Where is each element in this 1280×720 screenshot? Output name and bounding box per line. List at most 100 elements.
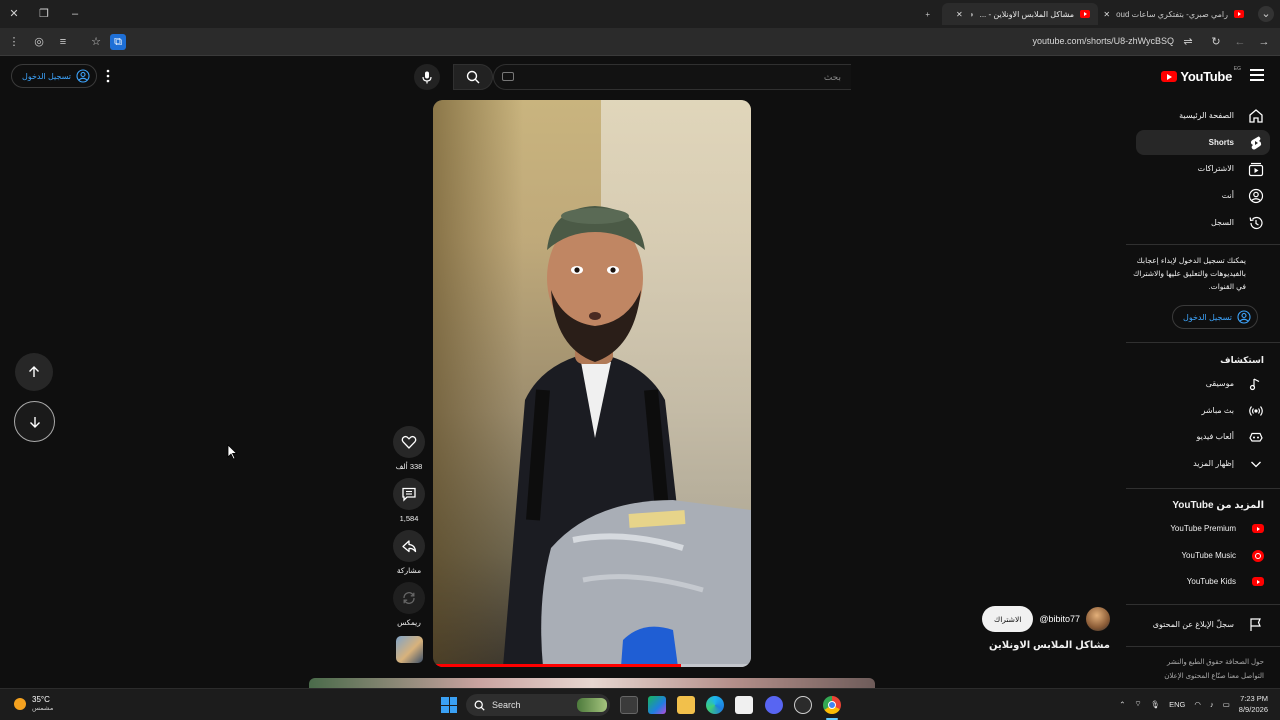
fav-youtube-icon bbox=[1234, 10, 1244, 18]
tab-search-chevron-icon[interactable]: ⌄ bbox=[1258, 6, 1274, 22]
comment-button[interactable]: 1,584 bbox=[393, 478, 425, 523]
tab-close-icon[interactable]: ✕ bbox=[956, 10, 963, 19]
gaming-icon bbox=[1249, 432, 1263, 442]
channel-handle[interactable]: @bibito77 bbox=[1039, 614, 1080, 624]
tab-close-icon[interactable]: ✕ bbox=[1103, 10, 1110, 19]
close-window-icon[interactable]: ✕ bbox=[6, 6, 22, 22]
sign-in-button[interactable]: تسجيل الدخول bbox=[11, 64, 97, 88]
chrome-browser-icon[interactable] bbox=[823, 696, 841, 714]
sidebar-sign-in-button[interactable]: تسجيل الدخول bbox=[1172, 305, 1258, 329]
sidebar-item-label: Shorts bbox=[1208, 138, 1234, 147]
share-icon bbox=[402, 540, 417, 553]
sidebar-item-home[interactable]: الصفحة الرئيسية bbox=[1136, 103, 1270, 128]
sidebar-divider bbox=[1126, 488, 1280, 489]
sidebar-item-show-more[interactable]: إظهار المزيد bbox=[1136, 451, 1270, 476]
wifi-icon[interactable]: ◠ bbox=[1194, 700, 1201, 709]
task-view-icon[interactable] bbox=[620, 696, 638, 714]
shorts-video-player[interactable] bbox=[433, 100, 751, 667]
channel-avatar[interactable] bbox=[1086, 607, 1110, 631]
audio-thumbnail[interactable] bbox=[396, 636, 423, 663]
sidebar-item-shorts[interactable]: Shorts bbox=[1136, 130, 1270, 155]
site-settings-icon[interactable]: ⇌ bbox=[1180, 34, 1196, 50]
keyboard-icon[interactable] bbox=[502, 72, 514, 81]
subscribe-label: الاشتراك bbox=[994, 614, 1022, 624]
voice-search-button[interactable] bbox=[414, 64, 440, 90]
next-short-preview[interactable] bbox=[309, 678, 875, 688]
sidebar-item-live[interactable]: بث مباشر bbox=[1136, 398, 1270, 423]
subscriptions-icon bbox=[1248, 162, 1264, 176]
tab-music[interactable]: رامي صبري- بتفتكري ساعات oud ✕ bbox=[1100, 3, 1252, 25]
sign-in-message: يمكنك تسجيل الدخول لإبداء إعجابك بالفيدي… bbox=[1133, 256, 1246, 291]
settings-dots-icon[interactable] bbox=[106, 69, 110, 83]
forward-arrow-icon[interactable]: → bbox=[1256, 34, 1272, 50]
url-field[interactable]: youtube.com/shorts/U8-zhWycBSQ bbox=[1033, 36, 1174, 46]
share-button[interactable]: مشاركة bbox=[393, 530, 425, 575]
remix-button[interactable]: ريمكس bbox=[393, 582, 425, 627]
history-icon bbox=[1249, 216, 1263, 229]
menu-dots-icon[interactable]: ⋮ bbox=[6, 34, 22, 50]
remix-button-circle[interactable] bbox=[393, 582, 425, 614]
search-icon bbox=[466, 70, 480, 84]
settings-gear-icon[interactable] bbox=[794, 696, 812, 714]
sidebar-item-you[interactable]: أنت bbox=[1136, 183, 1270, 208]
sidebar-item-label: YouTube Music bbox=[1181, 551, 1236, 560]
sidebar-item-youtube-premium[interactable]: YouTube Premium bbox=[1136, 516, 1270, 541]
search-input[interactable]: بحث bbox=[493, 64, 851, 90]
footer-links[interactable]: حول الصحافة حقوق الطبع والنشر التواصل مع… bbox=[1144, 656, 1264, 684]
weather-widget[interactable]: 35°C مشمس bbox=[14, 695, 53, 712]
like-button[interactable]: 338 ألف bbox=[393, 426, 425, 471]
battery-icon[interactable]: ▭ bbox=[1223, 700, 1230, 709]
search-button[interactable] bbox=[453, 64, 493, 90]
install-app-icon[interactable]: ⧉ bbox=[110, 34, 126, 50]
language-indicator[interactable]: ENG bbox=[1169, 700, 1185, 709]
heart-icon bbox=[401, 435, 417, 449]
taskbar-search[interactable]: Search bbox=[466, 694, 610, 716]
volume-icon[interactable]: ♪ bbox=[1210, 700, 1214, 709]
sidebar-item-music[interactable]: موسيقى bbox=[1136, 371, 1270, 396]
tab-active-short[interactable]: مشاكل الملابس الاونلاين - ... ◑ ✕ bbox=[942, 3, 1098, 25]
new-tab-button[interactable]: + bbox=[918, 3, 938, 25]
sidebar-item-youtube-music[interactable]: YouTube Music bbox=[1136, 543, 1270, 568]
microphone-icon[interactable]: 🎙︎ bbox=[1151, 700, 1161, 709]
discord-icon[interactable] bbox=[765, 696, 783, 714]
sidebar-item-subscriptions[interactable]: الاشتراكات bbox=[1136, 156, 1270, 181]
reload-icon[interactable]: ↻ bbox=[1208, 34, 1224, 50]
profile-icon[interactable]: ◎ bbox=[31, 34, 47, 50]
bookmark-star-icon[interactable]: ☆ bbox=[88, 34, 104, 50]
tab-settings-icon[interactable]: ≡ bbox=[55, 34, 71, 50]
sidebar-item-report-history[interactable]: سجلّ الإبلاغ عن المحتوى bbox=[1136, 612, 1270, 637]
sidebar-item-label: بث مباشر bbox=[1201, 406, 1234, 415]
minimize-window-icon[interactable]: – bbox=[67, 6, 83, 22]
arrow-down-icon bbox=[29, 416, 40, 428]
subscribe-button[interactable]: الاشتراك bbox=[982, 606, 1034, 632]
next-short-button[interactable] bbox=[14, 401, 55, 442]
share-button-circle[interactable] bbox=[393, 530, 425, 562]
microsoft-store-icon[interactable] bbox=[735, 696, 753, 714]
video-progress-bar[interactable] bbox=[433, 664, 682, 667]
sidebar-item-label: موسيقى bbox=[1205, 379, 1234, 388]
restore-window-icon[interactable]: ❐ bbox=[36, 6, 52, 22]
like-button-circle[interactable] bbox=[393, 426, 425, 458]
previous-short-button[interactable] bbox=[15, 353, 53, 391]
network-icon[interactable]: ⌔ bbox=[1135, 699, 1142, 709]
edge-browser-icon[interactable] bbox=[706, 696, 724, 714]
comment-button-circle[interactable] bbox=[393, 478, 425, 510]
back-arrow-icon[interactable]: ← bbox=[1232, 34, 1248, 50]
sidebar-item-label: إظهار المزيد bbox=[1193, 459, 1234, 468]
chevron-up-icon[interactable]: ⌃ bbox=[1119, 700, 1125, 709]
clock[interactable]: 7:23 PM 8/9/2026 bbox=[1239, 693, 1268, 715]
channel-row: الاشتراك @bibito77 bbox=[982, 606, 1110, 632]
sidebar-item-label: الصفحة الرئيسية bbox=[1179, 111, 1234, 120]
home-icon bbox=[1249, 108, 1263, 123]
more-title-brand: YouTube bbox=[1172, 500, 1214, 511]
file-explorer-icon[interactable] bbox=[677, 696, 695, 714]
windows-start-icon[interactable] bbox=[440, 696, 458, 714]
sidebar-item-gaming[interactable]: ألعاب فيديو bbox=[1136, 424, 1270, 449]
sidebar-item-history[interactable]: السجل bbox=[1136, 210, 1270, 235]
you-icon bbox=[1248, 188, 1264, 203]
copilot-icon[interactable] bbox=[648, 696, 666, 714]
sidebar-item-youtube-kids[interactable]: YouTube Kids bbox=[1136, 569, 1270, 594]
flag-icon bbox=[1250, 617, 1261, 631]
short-title[interactable]: مشاكل الملابس الاونلاين bbox=[989, 640, 1110, 651]
tab-title: مشاكل الملابس الاونلاين - ... bbox=[979, 9, 1074, 19]
